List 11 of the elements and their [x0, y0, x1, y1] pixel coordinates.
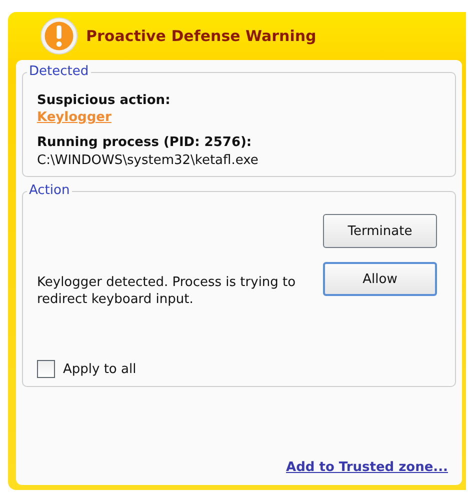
- message-text: Keylogger detected. Process is trying to redirect keyboard input.: [37, 274, 297, 308]
- trusted-zone-link[interactable]: Add to Trusted zone...: [286, 460, 448, 475]
- process-path: C:\WINDOWS\system32\ketafl.exe: [37, 153, 260, 168]
- window-title: Proactive Defense Warning: [86, 27, 316, 45]
- checkbox[interactable]: [37, 360, 55, 378]
- field-label: Running process (PID: 2576):: [37, 135, 253, 150]
- warning-icon: [40, 17, 78, 55]
- action-button[interactable]: Allow: [323, 262, 437, 296]
- field-label: Suspicious action:: [37, 93, 172, 108]
- checkbox-label: Apply to all: [63, 362, 136, 376]
- action-button[interactable]: Terminate: [323, 214, 437, 248]
